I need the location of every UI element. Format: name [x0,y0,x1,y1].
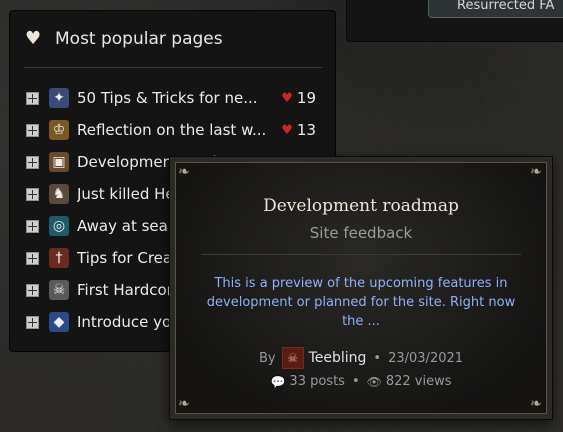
corner-ornament-icon: ❧ [530,396,542,412]
sword-icon: † [49,248,69,268]
divider [24,67,322,68]
like-count: ♥ 19 [281,89,316,107]
comment-icon: 💬 [270,374,286,389]
gem-icon: ◆ [49,312,69,332]
like-number: 13 [296,121,316,139]
tooltip-preview: This is a preview of the upcoming featur… [206,276,516,329]
wave-icon: ◎ [49,216,69,236]
avatar: ☠ [281,347,304,369]
post-date: 23/03/2021 [388,350,464,366]
view-count: 822 views [385,374,452,389]
panel-title: Most popular pages [55,29,223,49]
expand-icon[interactable] [26,251,39,265]
expand-icon[interactable] [26,283,39,297]
corner-ornament-icon: ❧ [178,396,190,412]
expand-icon[interactable] [26,123,39,137]
heart-icon: ♥ [281,122,293,138]
heart-icon: ♥ [25,28,42,49]
tooltip-stats: 💬 33 posts • 👁 822 views [175,374,547,389]
expand-icon[interactable] [26,91,39,105]
separator: • [351,374,360,389]
tooltip-author-line: By ☠ Teebling • 23/03/2021 [175,347,547,369]
expand-icon[interactable] [26,315,39,329]
top-tag[interactable]: Resurrected FA [428,0,563,18]
corner-ornament-icon: ❧ [530,164,542,180]
author-name[interactable]: Teebling [309,350,367,366]
list-item[interactable]: ♔ Reflection on the last w... ♥ 13 [26,118,326,142]
list-item-title[interactable]: Reflection on the last w... [77,121,267,139]
page-preview-tooltip: ❧ ❧ ❧ ❧ Development roadmap Site feedbac… [170,157,552,419]
list-item-title[interactable]: 50 Tips & Tricks for ne... [77,89,267,107]
reflection-icon: ♔ [49,120,69,140]
heart-icon: ♥ [281,90,293,106]
tooltip-title: Development roadmap [263,196,459,216]
divider [201,254,521,255]
separator: • [373,350,382,366]
corner-ornament-icon: ❧ [178,164,190,180]
like-count: ♥ 13 [281,121,316,139]
like-number: 19 [296,89,316,107]
expand-icon[interactable] [26,187,39,201]
expand-icon[interactable] [26,155,39,169]
skull-icon: ☠ [49,280,69,300]
eye-icon: 👁 [366,374,382,389]
horse-icon: ♞ [49,184,69,204]
panel-header: ♥ Most popular pages [25,27,223,51]
expand-icon[interactable] [26,219,39,233]
chest-icon: ▣ [49,152,69,172]
post-count: 33 posts [289,374,345,389]
list-item[interactable]: ✦ 50 Tips & Tricks for ne... ♥ 19 [26,86,326,110]
by-label: By [258,350,276,366]
tips-icon: ✦ [49,88,69,108]
tooltip-category: Site feedback [309,224,413,242]
